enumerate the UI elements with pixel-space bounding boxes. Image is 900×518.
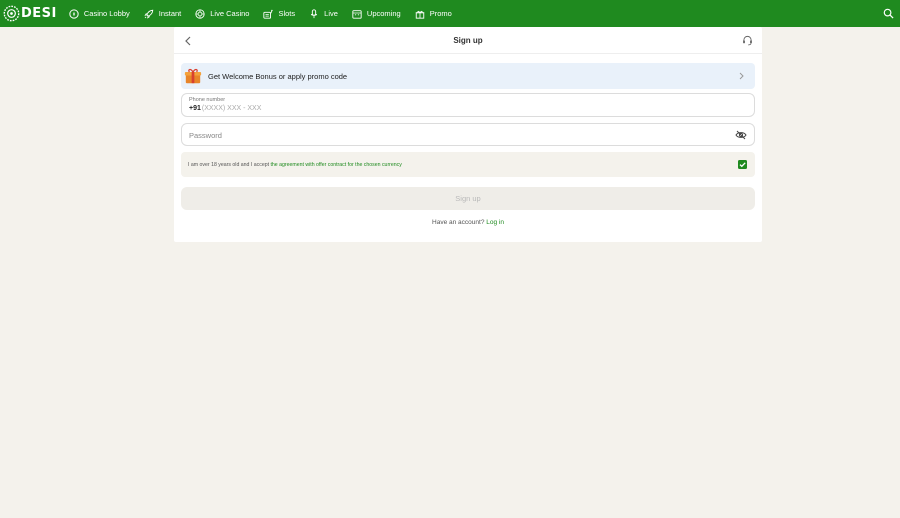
nav-item-label: Promo bbox=[429, 9, 452, 18]
nav-item-casino-lobby[interactable]: Casino Lobby bbox=[69, 8, 130, 19]
nav-item-upcoming[interactable]: Upcoming bbox=[352, 9, 401, 19]
page-title: Sign up bbox=[453, 36, 483, 45]
signup-card: Sign up Get Welcome Bonus or apply promo… bbox=[174, 27, 762, 242]
agreement-row: I am over 18 years old and I accept the … bbox=[181, 152, 755, 177]
nav-item-instant[interactable]: Instant bbox=[144, 9, 182, 19]
phone-input[interactable]: +91 (XXXX) XXX - XXX bbox=[189, 105, 261, 112]
eye-slash-icon[interactable] bbox=[735, 129, 747, 141]
phone-number-field[interactable]: Phone number +91 (XXXX) XXX - XXX bbox=[181, 93, 755, 117]
casino-chip-icon bbox=[69, 8, 79, 19]
promo-label: Get Welcome Bonus or apply promo code bbox=[208, 71, 348, 81]
support-headset-icon[interactable] bbox=[742, 35, 753, 46]
gift-box-icon bbox=[184, 68, 202, 84]
main-nav: Casino Lobby Instant Live Casino Slots L… bbox=[69, 0, 466, 27]
logo-text: DESI bbox=[21, 6, 57, 21]
checkmark-icon bbox=[739, 162, 746, 168]
slot-machine-icon bbox=[263, 9, 274, 19]
logo-emblem-icon bbox=[3, 5, 20, 22]
nav-item-promo[interactable]: Promo bbox=[415, 9, 452, 19]
microphone-icon bbox=[311, 8, 318, 18]
agreement-text: I am over 18 years old and I accept the … bbox=[188, 162, 402, 168]
agreement-link[interactable]: the agreement with offer contract for th… bbox=[270, 162, 401, 168]
country-code: +91 bbox=[189, 105, 201, 112]
phone-placeholder: (XXXX) XXX - XXX bbox=[201, 105, 262, 112]
rocket-icon bbox=[144, 9, 154, 19]
login-prompt-row: Have an account? Log in bbox=[174, 219, 762, 226]
password-placeholder: Password bbox=[189, 131, 222, 140]
promo-code-banner[interactable]: Get Welcome Bonus or apply promo code bbox=[181, 63, 755, 89]
gift-icon bbox=[415, 10, 424, 19]
nav-item-label: Upcoming bbox=[366, 9, 401, 18]
signup-submit-button[interactable]: Sign up bbox=[181, 187, 755, 210]
phone-field-label: Phone number bbox=[189, 97, 226, 103]
nav-item-label: Live bbox=[324, 9, 338, 18]
site-logo[interactable]: DESI bbox=[3, 0, 57, 27]
agreement-prefix: I am over 18 years old and I accept bbox=[188, 162, 271, 168]
chevron-right-icon bbox=[739, 72, 744, 80]
login-prompt-text: Have an account? bbox=[432, 219, 485, 226]
roulette-icon bbox=[195, 8, 205, 19]
nav-item-live-casino[interactable]: Live Casino bbox=[195, 8, 250, 19]
nav-item-live[interactable]: Live bbox=[309, 8, 338, 19]
nav-item-label: Instant bbox=[158, 9, 182, 18]
signup-header: Sign up bbox=[174, 27, 762, 54]
nav-item-label: Slots bbox=[278, 9, 296, 18]
nav-item-label: Casino Lobby bbox=[83, 9, 130, 18]
top-navigation-bar: DESI Casino Lobby Instant Live Casino Sl… bbox=[0, 0, 900, 27]
search-icon[interactable] bbox=[883, 8, 894, 19]
password-field[interactable]: Password bbox=[181, 123, 755, 146]
agreement-checkbox[interactable] bbox=[738, 160, 747, 169]
login-link[interactable]: Log in bbox=[486, 219, 504, 226]
calendar-icon bbox=[352, 9, 362, 19]
nav-item-label: Live Casino bbox=[210, 9, 250, 18]
nav-item-slots[interactable]: Slots bbox=[263, 9, 295, 19]
